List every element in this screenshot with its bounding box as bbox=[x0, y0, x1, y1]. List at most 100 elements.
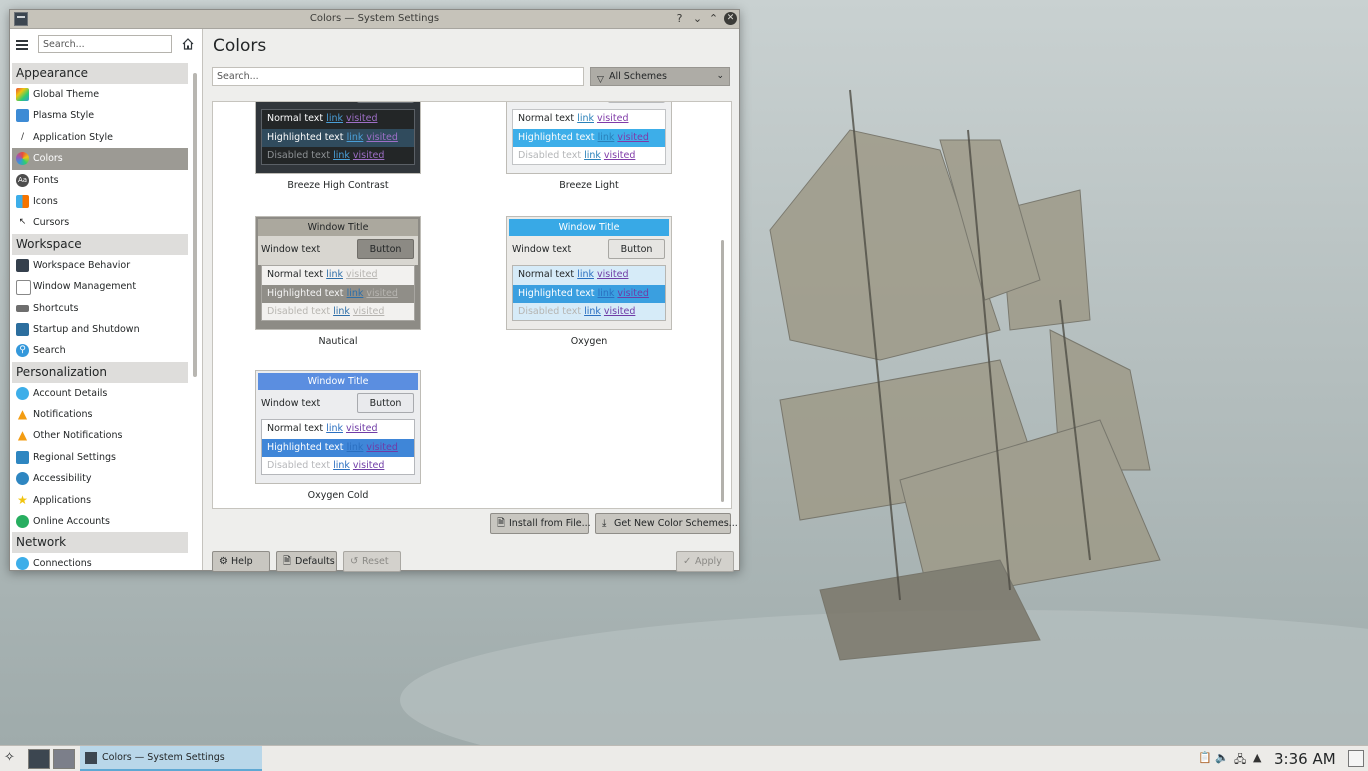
preview-highlighted-text: Highlighted text bbox=[518, 287, 595, 299]
reset-label: Reset bbox=[362, 556, 389, 567]
preview-disabled-row: Disabled text link visited bbox=[513, 147, 665, 166]
install-from-file-button[interactable]: 🗎 Install from File... bbox=[490, 513, 591, 534]
sidebar-item-regional-settings[interactable]: Regional Settings bbox=[12, 447, 188, 468]
help-button[interactable]: ⚙ Help bbox=[212, 551, 270, 572]
sidebar-item-label: Online Accounts bbox=[33, 516, 110, 528]
sidebar-item-online-accounts[interactable]: Online Accounts bbox=[12, 511, 188, 532]
pager-desktop-1[interactable] bbox=[28, 749, 50, 769]
preview-normal-text: Normal text bbox=[267, 113, 324, 124]
taskbar: ✧ Colors — System Settings 📋 🔈 🖧 ▲ 3:36 … bbox=[0, 745, 1368, 771]
sidebar-item-icons[interactable]: Icons bbox=[12, 191, 188, 212]
grid-scrollbar[interactable] bbox=[721, 240, 724, 502]
preview-button: Button bbox=[608, 102, 665, 103]
sidebar-item-application-style[interactable]: ∕ Application Style bbox=[12, 127, 188, 148]
window-management-icon bbox=[16, 280, 31, 296]
minimize-icon[interactable]: ⌄ bbox=[690, 11, 705, 26]
show-desktop-icon[interactable] bbox=[1348, 750, 1364, 767]
maximize-icon[interactable]: ⌃ bbox=[706, 11, 721, 26]
preview-link: link bbox=[584, 306, 601, 317]
digital-clock[interactable]: 3:36 AM bbox=[1274, 750, 1336, 768]
color-scheme-card[interactable]: Window TitleWindow textButtonNormal text… bbox=[506, 102, 672, 174]
filter-icon: ▽ bbox=[597, 75, 604, 85]
color-scheme-card[interactable]: Window TitleWindow textButtonNormal text… bbox=[255, 370, 421, 484]
sidebar-item-other-notifications[interactable]: ▲ Other Notifications bbox=[12, 425, 188, 446]
sidebar-item-colors[interactable]: Colors bbox=[12, 148, 188, 170]
preview-highlighted-row: Highlighted text link visited bbox=[513, 128, 665, 147]
defaults-button[interactable]: 🗎 Defaults bbox=[276, 551, 337, 572]
sidebar-item-label: Search bbox=[33, 345, 66, 357]
sidebar-item-applications[interactable]: ★ Applications bbox=[12, 490, 188, 511]
plasma-style-icon bbox=[16, 109, 29, 123]
preview-link: link bbox=[577, 113, 594, 124]
sidebar-item-startup-shutdown[interactable]: Startup and Shutdown bbox=[12, 319, 188, 340]
scheme-filter-select[interactable]: ▽ All Schemes ⌄ bbox=[590, 67, 730, 86]
apply-button[interactable]: ✓ Apply bbox=[676, 551, 734, 572]
color-scheme-name: Oxygen Cold bbox=[307, 490, 369, 501]
home-icon[interactable] bbox=[182, 38, 194, 50]
color-scheme-card[interactable]: Window TitleWindow textButtonNormal text… bbox=[255, 216, 421, 330]
preview-visited: visited bbox=[352, 306, 385, 317]
preview-visited: visited bbox=[617, 131, 649, 143]
help-icon: ⚙ bbox=[219, 556, 228, 567]
application-launcher-icon[interactable]: ✧ bbox=[4, 750, 20, 766]
sidebar-item-fonts[interactable]: Aa Fonts bbox=[12, 170, 188, 191]
sidebar-item-label: Accessibility bbox=[33, 473, 92, 485]
sidebar-item-plasma-style[interactable]: Plasma Style bbox=[12, 105, 188, 126]
preview-link: link bbox=[346, 131, 364, 143]
sidebar-section-personalization: Personalization bbox=[12, 361, 188, 383]
sidebar-item-notifications[interactable]: ▲ Notifications bbox=[12, 404, 188, 425]
get-new-schemes-button[interactable]: ⤓ Get New Color Schemes... bbox=[595, 513, 738, 534]
sidebar-item-accessibility[interactable]: Accessibility bbox=[12, 468, 188, 489]
preview-window-title: Window Title bbox=[258, 373, 418, 390]
check-icon: ✓ bbox=[683, 556, 692, 567]
close-icon[interactable]: ✕ bbox=[724, 12, 737, 25]
sidebar-item-label: Startup and Shutdown bbox=[33, 323, 140, 335]
preview-disabled-text: Disabled text bbox=[267, 460, 331, 471]
preview-disabled-row: Disabled text link visited bbox=[262, 147, 414, 166]
preview-window-text: Window text bbox=[261, 244, 321, 255]
window-titlebar[interactable]: Colors — System Settings ? ⌄ ⌃ ✕ bbox=[10, 10, 739, 29]
preview-highlighted-text: Highlighted text bbox=[267, 287, 344, 299]
sidebar-item-cursors[interactable]: ↖ Cursors bbox=[12, 212, 188, 233]
sidebar-item-window-management[interactable]: Window Management bbox=[12, 276, 188, 297]
regional-settings-icon bbox=[16, 450, 29, 464]
help-icon[interactable]: ? bbox=[672, 11, 687, 26]
scheme-search-input[interactable] bbox=[212, 67, 584, 86]
preview-disabled-text: Disabled text bbox=[518, 150, 582, 161]
user-icon bbox=[16, 386, 29, 400]
sidebar-item-search[interactable]: ⚲ Search bbox=[12, 340, 188, 361]
preview-window: Window textButton bbox=[509, 102, 669, 109]
preview-link: link bbox=[597, 287, 615, 299]
sidebar-item-shortcuts[interactable]: Shortcuts bbox=[12, 298, 188, 319]
preview-link: link bbox=[326, 269, 343, 280]
reset-button[interactable]: ↺ Reset bbox=[343, 551, 401, 572]
sidebar-item-workspace-behavior[interactable]: Workspace Behavior bbox=[12, 255, 188, 276]
preview-link: link bbox=[333, 460, 350, 471]
volume-icon[interactable]: 🔈 bbox=[1215, 751, 1229, 764]
pager-desktop-2[interactable] bbox=[53, 749, 75, 769]
task-system-settings[interactable]: Colors — System Settings bbox=[80, 746, 262, 771]
preview-highlighted-text: Highlighted text bbox=[267, 441, 344, 453]
sidebar-scrollbar[interactable] bbox=[193, 73, 197, 377]
tray-expand-icon[interactable]: ▲ bbox=[1253, 751, 1261, 764]
network-icon[interactable]: 🖧 bbox=[1234, 751, 1246, 770]
preview-window-title: Window Title bbox=[509, 219, 669, 236]
preview-highlighted-text: Highlighted text bbox=[518, 131, 595, 143]
sidebar-item-global-theme[interactable]: Global Theme bbox=[12, 84, 188, 105]
sidebar-item-label: Colors bbox=[33, 153, 63, 165]
color-scheme-card[interactable]: Window TitleWindow textButtonNormal text… bbox=[506, 216, 672, 330]
clipboard-icon[interactable]: 📋 bbox=[1198, 751, 1212, 764]
preview-disabled-text: Disabled text bbox=[518, 306, 582, 317]
hamburger-menu-icon[interactable] bbox=[16, 40, 28, 50]
sidebar-search-input[interactable] bbox=[38, 35, 172, 53]
preview-disabled-text: Disabled text bbox=[267, 306, 331, 317]
sidebar-item-connections[interactable]: Connections bbox=[12, 553, 188, 570]
preview-window: Window textButton bbox=[509, 236, 669, 265]
sidebar-item-account-details[interactable]: Account Details bbox=[12, 383, 188, 404]
color-scheme-card[interactable]: Window TitleWindow textButtonNormal text… bbox=[255, 102, 421, 174]
color-scheme-name: Oxygen bbox=[570, 336, 608, 347]
preview-visited: visited bbox=[366, 131, 398, 143]
preview-visited: visited bbox=[597, 269, 629, 280]
preview-button: Button bbox=[357, 393, 414, 413]
preview-visited: visited bbox=[346, 113, 378, 124]
